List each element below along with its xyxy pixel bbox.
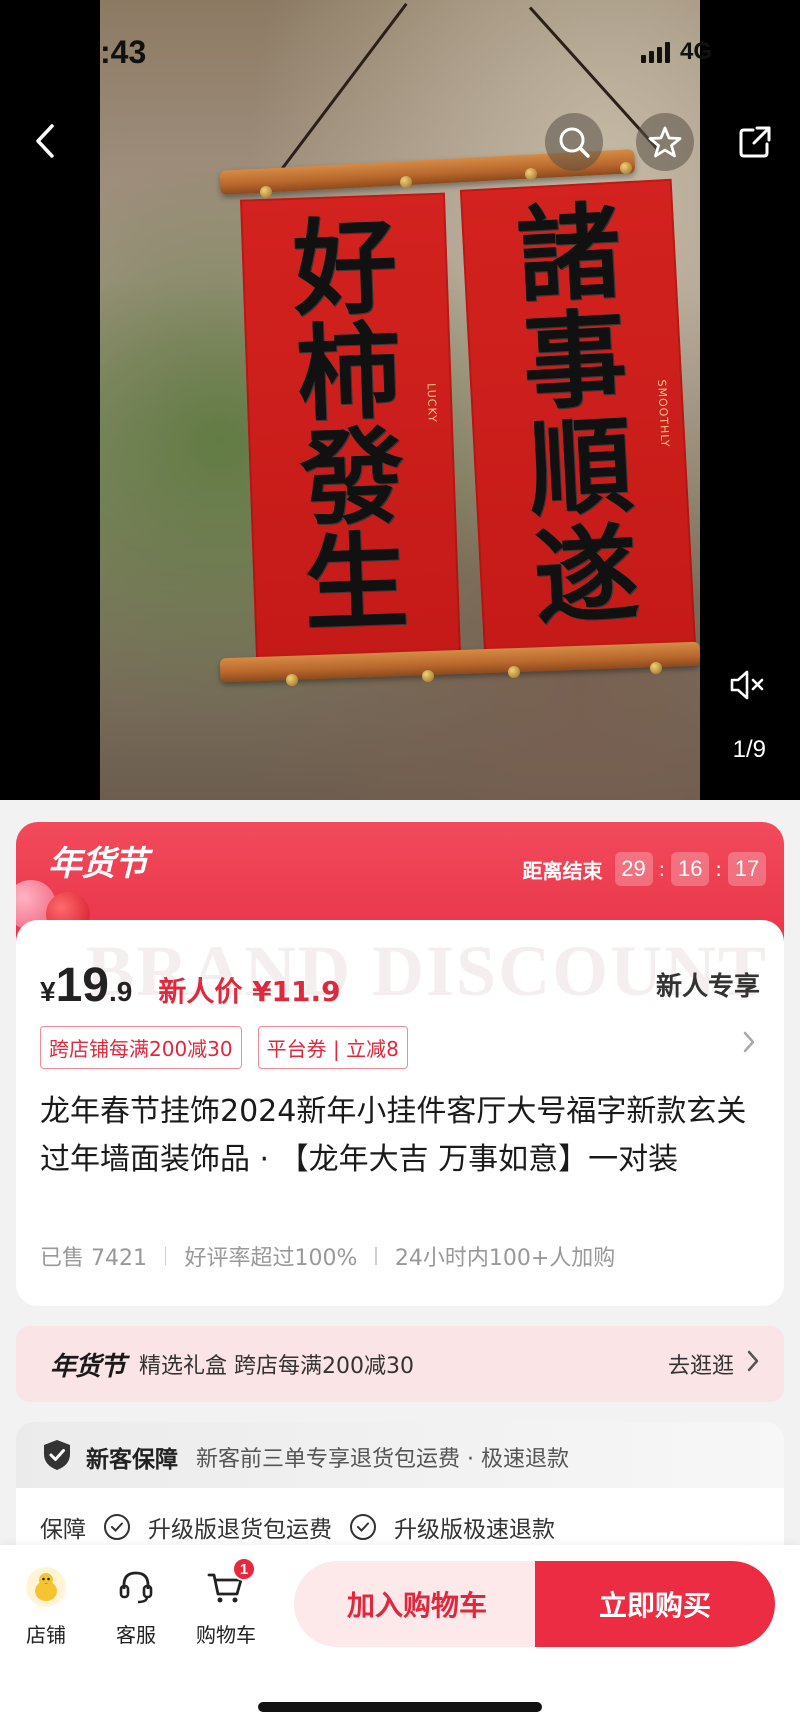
banner-glyph: 生 — [301, 519, 411, 646]
share-icon — [737, 124, 773, 160]
favorite-button[interactable] — [636, 113, 694, 171]
price-row: ¥ 19 .9 新人价 ¥11.9 — [40, 958, 341, 1013]
hanging-string-left — [278, 2, 408, 173]
new-customer-guarantee[interactable]: 新客保障 新客前三单专享退货包运费 · 极速退款 — [16, 1422, 784, 1492]
product-photo: 好 柿 發 生 LUCKY 諸 事 順 遂 SMOOTHLY — [100, 0, 701, 800]
service-item: 升级版极速退款 — [394, 1517, 555, 1543]
new-user-price: 新人价 ¥11.9 — [158, 975, 341, 1008]
recent-adds: 24小时内100+人加购 — [394, 1246, 616, 1271]
check-circle-icon — [104, 1514, 130, 1540]
banner-glyph: 諸 — [514, 189, 625, 318]
countdown-seconds: 17 — [728, 852, 766, 886]
coupon-list[interactable]: 跨店铺每满200减30 平台券 | 立减8 — [40, 1026, 408, 1069]
rod-nail — [650, 662, 662, 674]
banner-glyph: 柿 — [294, 309, 403, 436]
event-promo-bar[interactable]: 年货节 精选礼盒 跨店每满200减30 去逛逛 — [16, 1326, 784, 1402]
coupon-badge[interactable]: 平台券 | 立减8 — [257, 1026, 408, 1069]
product-title: 龙年春节挂饰2024新年小挂件客厅大号福字新款玄关过年墙面装饰品 · 【龙年大吉… — [40, 1094, 747, 1177]
chevron-left-icon — [34, 123, 56, 159]
mute-button[interactable] — [718, 656, 776, 714]
rod-nail — [400, 176, 412, 188]
rating-rate: 好评率超过100% — [184, 1246, 358, 1271]
store-avatar-icon — [24, 1565, 68, 1609]
service-label: 保障 — [40, 1517, 86, 1543]
service-item: 升级版退货包运费 — [148, 1517, 332, 1543]
currency-symbol: ¥ — [40, 976, 56, 1007]
banner-glyph: 事 — [519, 296, 631, 425]
check-circle-icon — [350, 1514, 376, 1540]
star-icon — [648, 125, 682, 159]
buy-now-button[interactable]: 立即购买 — [535, 1561, 775, 1647]
home-indicator — [258, 1702, 542, 1712]
countdown-label: 距离结束 — [522, 858, 603, 883]
banner-tagline: LUCKY — [424, 382, 439, 424]
back-button[interactable] — [16, 112, 74, 170]
price-decimal: .9 — [108, 976, 133, 1007]
customer-service-tab[interactable]: 客服 — [96, 1565, 176, 1648]
headset-icon — [114, 1565, 158, 1609]
store-label: 店铺 — [26, 1623, 66, 1647]
rod-nail — [508, 666, 520, 678]
gallery-page-indicator: 1/9 — [732, 736, 766, 763]
status-time: :43 — [100, 34, 147, 70]
coupon-badge[interactable]: 跨店铺每满200减30 — [40, 1026, 242, 1069]
rod-nail — [422, 670, 434, 682]
search-button[interactable] — [545, 113, 603, 171]
guarantee-title: 新客保障 — [86, 1447, 178, 1473]
sold-count: 已售 7421 — [40, 1246, 147, 1271]
banner-left: 好 柿 發 生 LUCKY — [240, 192, 461, 662]
rod-nail — [260, 186, 272, 198]
sales-stats: 已售 7421 好评率超过100% 24小时内100+人加购 — [40, 1240, 615, 1272]
go-browse-link[interactable]: 去逛逛 — [668, 1348, 760, 1380]
rod-nail — [620, 162, 632, 174]
banner-glyph: 順 — [525, 403, 636, 532]
rod-nail — [525, 168, 537, 180]
speaker-muted-icon — [728, 668, 766, 702]
service-guarantee-row[interactable]: 保障 升级版退货包运费 升级版极速退款 — [16, 1488, 784, 1548]
add-to-cart-button[interactable]: 加入购物车 — [294, 1561, 540, 1647]
cart-count-badge: 1 — [232, 1557, 256, 1581]
cart-label: 购物车 — [196, 1623, 256, 1647]
guarantee-text: 新客前三单专享退货包运费 · 极速退款 — [196, 1447, 569, 1472]
go-browse-label: 去逛逛 — [667, 1354, 734, 1379]
signal-icon — [640, 41, 670, 63]
product-image-gallery[interactable]: 好 柿 發 生 LUCKY 諸 事 順 遂 SMOOTHLY :43 4G 1/… — [0, 0, 800, 800]
cart-tab[interactable]: 1 购物车 — [186, 1557, 266, 1648]
price-integer: 19 — [55, 959, 109, 1012]
countdown-minutes: 16 — [671, 852, 710, 886]
network-type: 4G — [679, 38, 712, 65]
event-description: 精选礼盒 跨店每满200减30 — [139, 1354, 414, 1379]
customer-service-label: 客服 — [116, 1623, 156, 1647]
product-info-card: BRAND DISCOUNT ¥ 19 .9 新人价 ¥11.9 新人专享 跨店… — [16, 920, 784, 1306]
chevron-right-icon[interactable] — [742, 1030, 756, 1058]
newbie-exclusive-tag: 新人专享 — [655, 972, 760, 1002]
rod-nail — [286, 674, 298, 686]
banner-right: 諸 事 順 遂 SMOOTHLY — [459, 178, 697, 660]
promo-title: 年货节 — [48, 844, 148, 884]
status-indicators: 4G — [640, 38, 712, 66]
cart-icon: 1 — [204, 1557, 256, 1609]
countdown-timer: 距离结束 29 : 16 : 17 — [522, 852, 766, 886]
store-tab[interactable]: 店铺 — [6, 1565, 86, 1648]
banner-glyph: 發 — [298, 414, 407, 541]
banner-glyph: 遂 — [531, 511, 642, 640]
event-logo: 年货节 — [50, 1351, 126, 1382]
share-button[interactable] — [726, 113, 784, 171]
banner-glyph: 好 — [290, 204, 400, 331]
countdown-hours: 29 — [614, 852, 653, 886]
search-icon — [557, 125, 591, 159]
chevron-right-icon — [746, 1349, 760, 1379]
shield-check-icon — [42, 1438, 72, 1476]
